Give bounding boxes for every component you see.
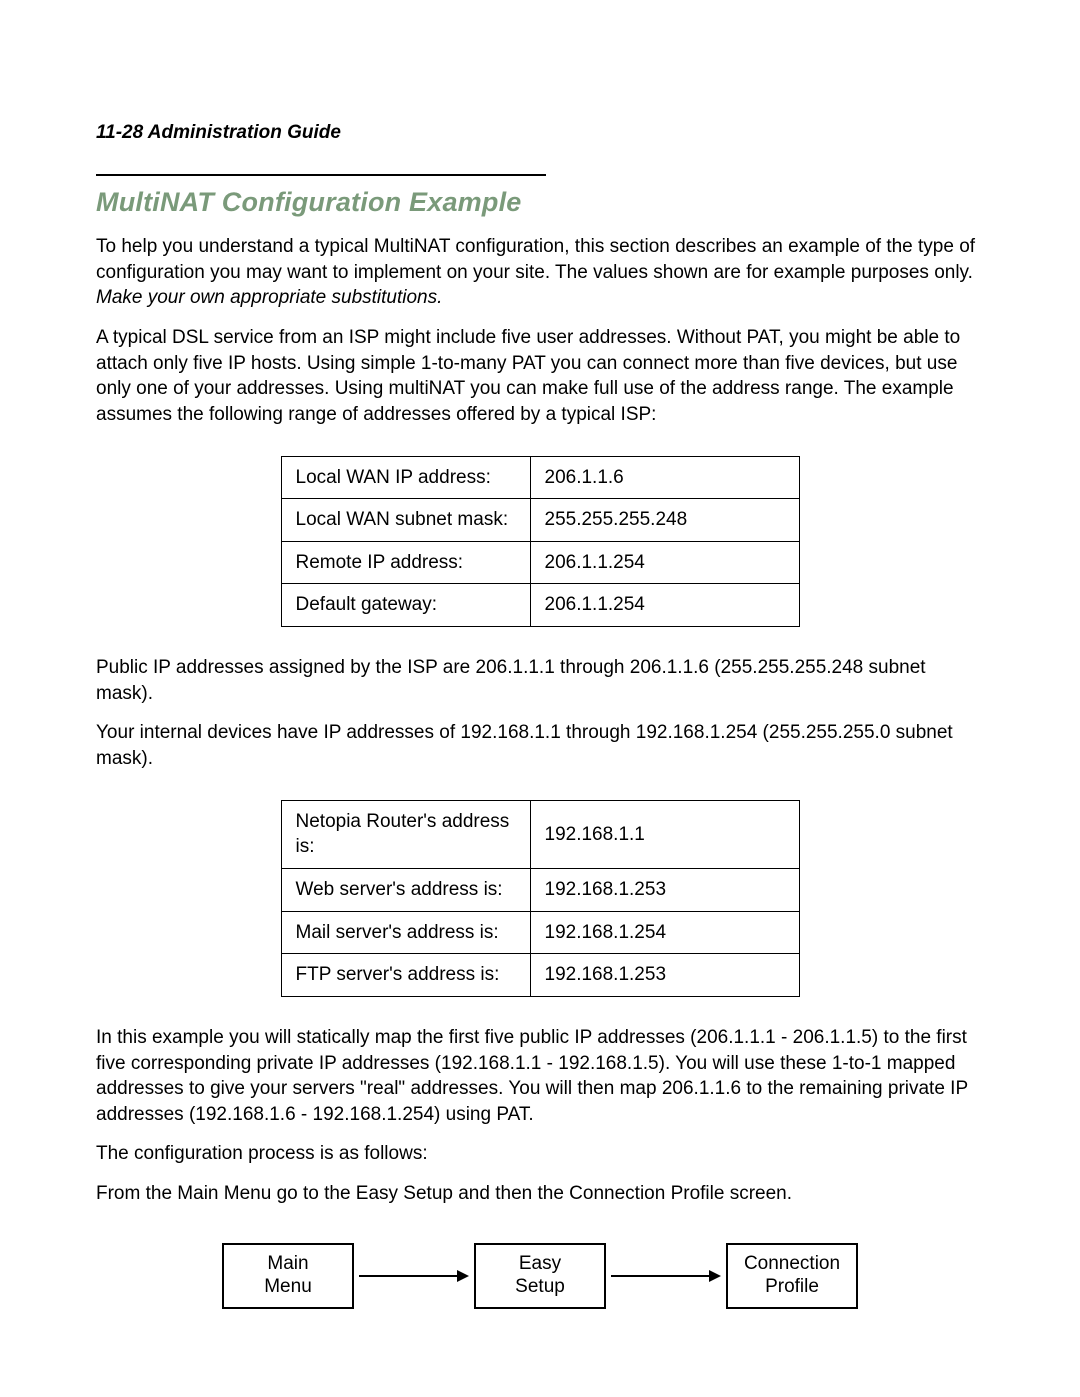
internal-address-table: Netopia Router's address is: 192.168.1.1… [281, 800, 800, 997]
table-cell-label: Web server's address is: [281, 868, 530, 911]
table-row: Web server's address is: 192.168.1.253 [281, 868, 799, 911]
table-cell-value: 192.168.1.254 [530, 911, 799, 954]
table-cell-value: 255.255.255.248 [530, 499, 799, 542]
table-cell-value: 192.168.1.253 [530, 868, 799, 911]
table-row: Netopia Router's address is: 192.168.1.1 [281, 800, 799, 868]
arrow-right-icon [354, 1269, 474, 1283]
table-cell-value: 206.1.1.6 [530, 456, 799, 499]
table-row: FTP server's address is: 192.168.1.253 [281, 954, 799, 997]
paragraph-navigation: From the Main Menu go to the Easy Setup … [96, 1181, 984, 1207]
table-cell-label: Local WAN IP address: [281, 456, 530, 499]
flow-box-main-menu: Main Menu [222, 1243, 354, 1309]
table-row: Mail server's address is: 192.168.1.254 [281, 911, 799, 954]
table-cell-label: Remote IP address: [281, 541, 530, 584]
table-cell-label: Netopia Router's address is: [281, 800, 530, 868]
paragraph-internal-ip: Your internal devices have IP addresses … [96, 720, 984, 771]
table-cell-label: FTP server's address is: [281, 954, 530, 997]
paragraph-dsl: A typical DSL service from an ISP might … [96, 325, 984, 428]
table-row: Local WAN subnet mask: 255.255.255.248 [281, 499, 799, 542]
table-cell-value: 192.168.1.253 [530, 954, 799, 997]
paragraph-process: The configuration process is as follows: [96, 1141, 984, 1167]
table-row: Remote IP address: 206.1.1.254 [281, 541, 799, 584]
table-cell-value: 206.1.1.254 [530, 541, 799, 584]
table-row: Default gateway: 206.1.1.254 [281, 584, 799, 627]
isp-address-table: Local WAN IP address: 206.1.1.6 Local WA… [281, 456, 800, 628]
paragraph-mapping: In this example you will statically map … [96, 1025, 984, 1128]
table-cell-value: 206.1.1.254 [530, 584, 799, 627]
table-cell-label: Local WAN subnet mask: [281, 499, 530, 542]
page-header: 11-28 Administration Guide [96, 120, 984, 146]
paragraph-public-ip: Public IP addresses assigned by the ISP … [96, 655, 984, 706]
table-cell-label: Default gateway: [281, 584, 530, 627]
flow-box-easy-setup: Easy Setup [474, 1243, 606, 1309]
table-cell-label: Mail server's address is: [281, 911, 530, 954]
table-cell-value: 192.168.1.1 [530, 800, 799, 868]
section-divider [96, 174, 546, 176]
flow-box-connection-profile: Connection Profile [726, 1243, 858, 1309]
paragraph-intro-italic: Make your own appropriate substitutions. [96, 287, 442, 308]
paragraph-intro: To help you understand a typical MultiNA… [96, 234, 984, 311]
table-row: Local WAN IP address: 206.1.1.6 [281, 456, 799, 499]
arrow-right-icon [606, 1269, 726, 1283]
navigation-flow-diagram: Main Menu Easy Setup Connection Profile [96, 1243, 984, 1309]
paragraph-intro-text: To help you understand a typical MultiNA… [96, 236, 975, 283]
section-title: MultiNAT Configuration Example [96, 184, 984, 220]
